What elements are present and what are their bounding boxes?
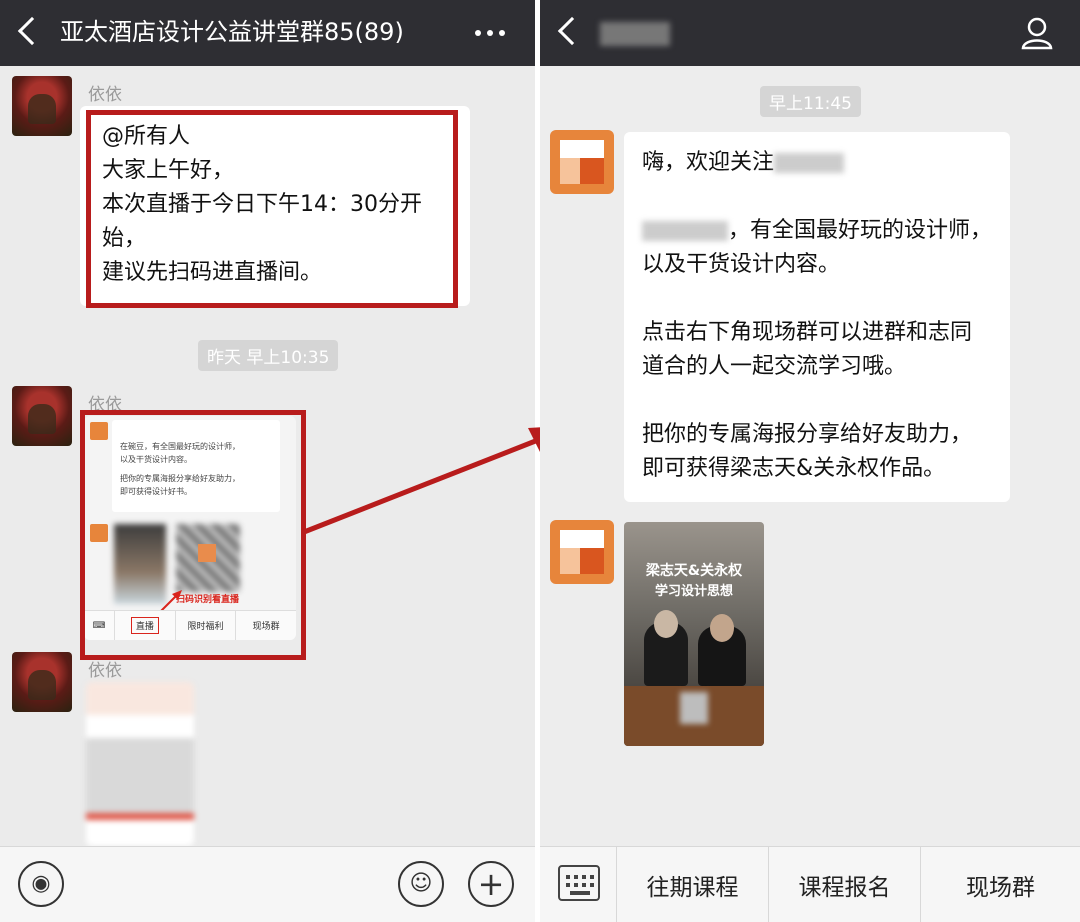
speaker-head-left [654,610,678,638]
message-text: 嗨，欢迎关注 ，有全国最好玩的设计师， 以及干货设计内容。 点击右下角现场群可以… [642,146,1002,486]
sender-avatar[interactable] [12,652,72,712]
emoji-icon[interactable]: ☺ [398,861,444,907]
welcome-message-bubble[interactable]: 嗨，欢迎关注 ，有全国最好玩的设计师， 以及干货设计内容。 点击右下角现场群可以… [624,132,1010,502]
more-options-icon[interactable] [475,30,505,36]
sender-avatar[interactable] [12,386,72,446]
speaker-head-right [710,614,734,642]
account-menu-bar: 往期课程 课程报名 现场群 [540,846,1080,922]
group-chat-title: 亚太酒店设计公益讲堂群85(89) [60,18,404,46]
chat-header: 亚太酒店设计公益讲堂群85(89) [0,0,535,66]
menu-live-group[interactable]: 现场群 [920,847,1080,922]
message-paragraph: 嗨，欢迎关注 [642,146,1002,214]
sender-name: 依依 [88,85,122,105]
official-account-panel: 早上11:45 嗨，欢迎关注 ，有全国最好玩的设计师， 以及干货设计内容。 点击… [540,0,1080,922]
message-paragraph: ，有全国最好玩的设计师， 以及干货设计内容。 [642,218,993,277]
keyboard-icon[interactable] [558,865,600,901]
voice-input-icon[interactable]: ◉ [18,861,64,907]
poster-subtitle: 学习设计思想 [654,584,733,599]
back-chevron-icon[interactable] [17,16,47,46]
profile-icon[interactable] [1020,16,1054,50]
poster-title: 梁志天&关永权 [645,563,743,579]
message-timestamp: 早上11:45 [760,86,861,117]
message-input[interactable] [80,865,380,905]
obscured-name [774,153,845,173]
message-paragraph: 点击右下角现场群可以进群和志同 道合的人一起交流学习哦。 [642,320,973,379]
poster-qr-obscured [680,692,708,724]
brand-avatar-icon[interactable] [550,130,614,194]
message-paragraph: 把你的专属海报分享给好友助力， 即可获得梁志天&关永权作品。 [642,422,973,481]
course-poster-image[interactable]: 梁志天&关永权 学习设计思想 [624,522,764,746]
message-timestamp: 昨天 早上10:35 [198,340,339,371]
chat-input-bar: ◉ ☺ + [0,846,535,922]
sender-avatar[interactable] [12,76,72,136]
poster-image[interactable] [86,682,194,846]
brand-avatar-icon[interactable] [550,520,614,584]
menu-course-signup[interactable]: 课程报名 [768,847,920,922]
sender-name: 依依 [88,661,122,681]
highlight-box [86,110,458,308]
obscured-name [642,221,728,241]
chat-header [540,0,1080,66]
add-more-icon[interactable]: + [468,861,514,907]
highlight-box [80,410,306,660]
back-chevron-icon[interactable] [557,16,587,46]
account-name-obscured [600,22,670,46]
red-arrow-icon [303,426,562,535]
menu-past-courses[interactable]: 往期课程 [616,847,768,922]
